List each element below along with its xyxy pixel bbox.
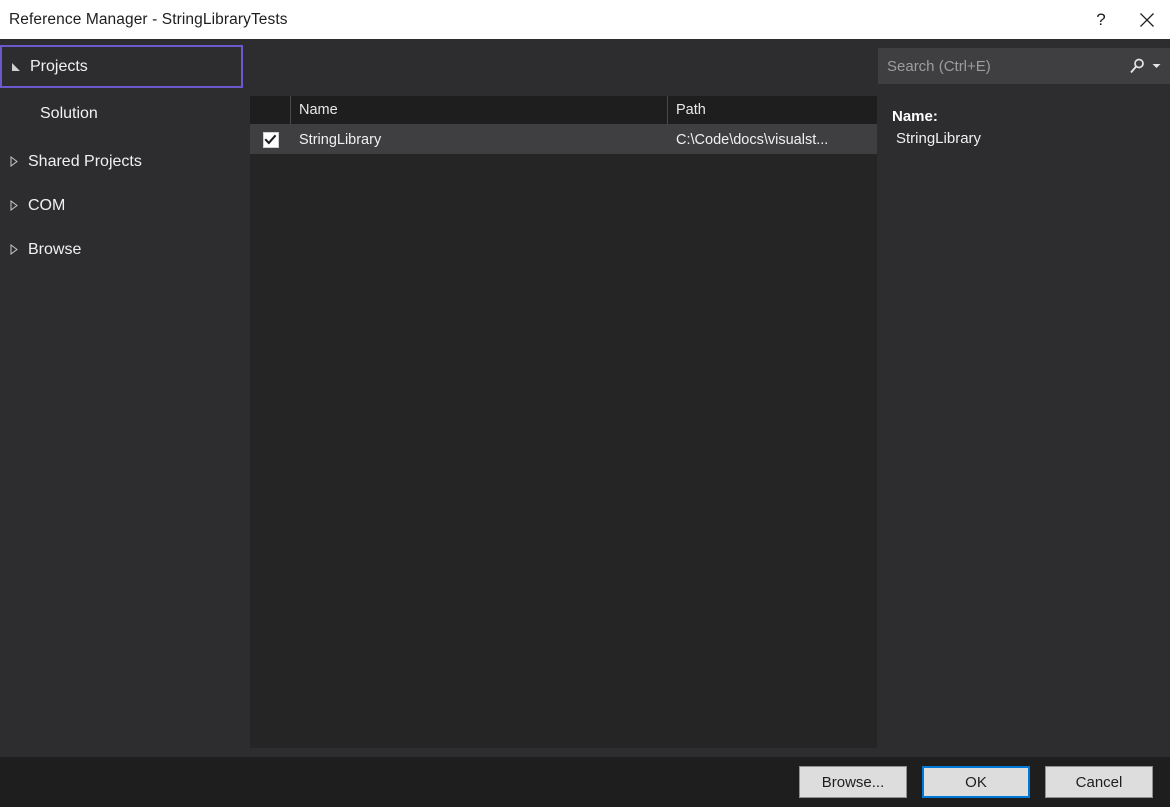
dialog-footer: Browse... OK Cancel [0, 757, 1170, 807]
column-header-path[interactable]: Path [668, 96, 877, 125]
window-title: Reference Manager - StringLibraryTests [9, 11, 288, 29]
sidebar-item-label: Browse [28, 241, 81, 259]
ok-button[interactable]: OK [922, 766, 1030, 798]
help-button[interactable]: ? [1078, 0, 1124, 39]
list-header-row: Name Path [250, 96, 877, 125]
question-mark-icon: ? [1096, 10, 1105, 30]
sidebar-item-com[interactable]: COM [0, 184, 249, 227]
close-button[interactable] [1124, 0, 1170, 39]
search-icon[interactable] [1129, 58, 1146, 75]
row-checkbox-cell[interactable] [250, 132, 291, 148]
checkbox-checked[interactable] [263, 132, 279, 148]
table-row[interactable]: StringLibrary C:\Code\docs\visualst... [250, 125, 877, 154]
search-controls[interactable] [1129, 58, 1170, 75]
chevron-down-icon[interactable] [1152, 63, 1161, 69]
browse-button[interactable]: Browse... [799, 766, 907, 798]
title-bar: Reference Manager - StringLibraryTests ? [0, 0, 1170, 39]
search-input[interactable] [878, 48, 1129, 84]
expander-collapsed-icon[interactable] [0, 244, 28, 255]
cancel-button[interactable]: Cancel [1045, 766, 1153, 798]
sidebar-item-label: Projects [30, 58, 88, 76]
search-box[interactable] [878, 48, 1170, 84]
details-pane: Name: StringLibrary [878, 96, 1170, 748]
sidebar-item-label: Solution [40, 105, 98, 123]
sidebar-item-label: COM [28, 197, 65, 215]
row-path: C:\Code\docs\visualst... [668, 132, 877, 148]
sidebar-item-projects[interactable]: Projects [0, 45, 243, 88]
reference-list-panel: Name Path StringLibrary C:\Code\docs\vis… [250, 96, 877, 748]
detail-name-value: StringLibrary [892, 130, 1170, 147]
expander-expanded-icon[interactable] [2, 62, 30, 72]
expander-collapsed-icon[interactable] [0, 200, 28, 211]
expander-collapsed-icon[interactable] [0, 156, 28, 167]
close-icon [1139, 12, 1155, 28]
sidebar: Projects Solution Shared Projects COM Br… [0, 39, 249, 757]
row-name: StringLibrary [291, 132, 668, 148]
sidebar-item-solution[interactable]: Solution [0, 92, 249, 135]
sidebar-item-shared-projects[interactable]: Shared Projects [0, 140, 249, 183]
checkmark-icon [264, 134, 277, 145]
sidebar-item-browse[interactable]: Browse [0, 228, 249, 271]
column-header-check[interactable] [250, 96, 291, 125]
detail-name-label: Name: [892, 108, 1170, 125]
sidebar-item-label: Shared Projects [28, 153, 142, 171]
column-header-name[interactable]: Name [291, 96, 668, 125]
